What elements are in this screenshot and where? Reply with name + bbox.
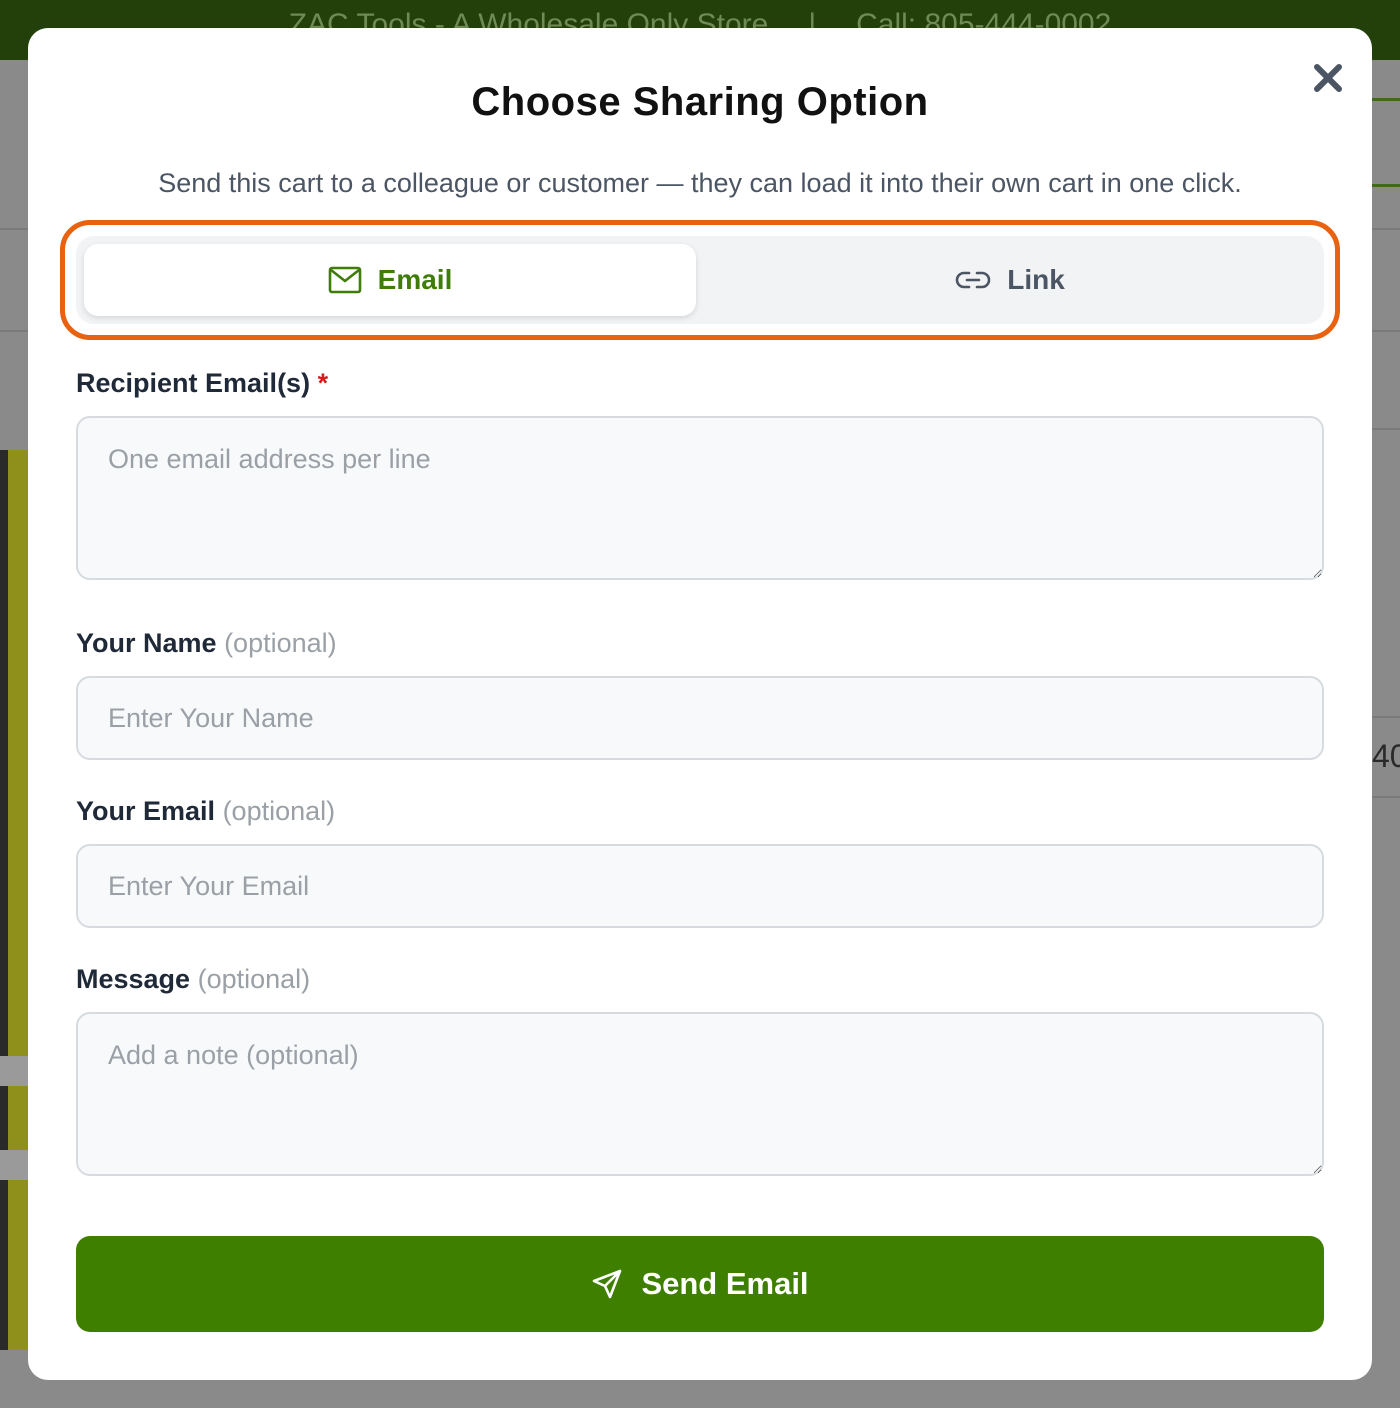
- share-cart-modal: Choose Sharing Option Send this cart to …: [28, 28, 1372, 1380]
- modal-title: Choose Sharing Option: [471, 80, 929, 124]
- backdrop-divider: [1372, 716, 1400, 718]
- backdrop-number: 40: [1372, 738, 1400, 774]
- your-name-label-text: Your Name: [76, 628, 217, 658]
- your-name-label: Your Name (optional): [76, 628, 337, 659]
- send-icon: [593, 1269, 622, 1299]
- message-input[interactable]: [76, 1012, 1324, 1176]
- message-label-text: Message: [76, 964, 191, 994]
- message-label: Message (optional): [76, 964, 310, 995]
- tab-email-label: Email: [377, 264, 453, 295]
- your-email-input[interactable]: [76, 844, 1324, 928]
- backdrop-divider: [1372, 428, 1400, 430]
- send-email-button[interactable]: Send Email: [76, 1236, 1324, 1332]
- optional-hint: (optional): [222, 796, 336, 826]
- tab-link-label: Link: [1007, 264, 1065, 295]
- link-icon: [955, 271, 991, 289]
- optional-hint: (optional): [224, 628, 337, 658]
- your-email-label: Your Email (optional): [76, 796, 335, 827]
- product-band: [0, 1150, 28, 1180]
- tab-email[interactable]: Email: [84, 244, 696, 316]
- modal-subtitle: Send this cart to a colleague or custome…: [158, 168, 1242, 198]
- sharing-tabs: Email Link: [76, 236, 1324, 324]
- required-marker: *: [317, 368, 329, 398]
- optional-hint: (optional): [197, 964, 311, 994]
- send-email-label: Send Email: [641, 1266, 809, 1301]
- tab-link[interactable]: Link: [704, 244, 1316, 316]
- recipient-emails-label-text: Recipient Email(s): [76, 368, 311, 398]
- recipient-emails-input[interactable]: [76, 416, 1324, 580]
- product-image: [0, 450, 28, 1350]
- mail-icon: [328, 266, 361, 294]
- your-name-input[interactable]: [76, 676, 1324, 760]
- recipient-emails-label: Recipient Email(s) *: [76, 368, 328, 399]
- backdrop-divider: [1372, 796, 1400, 798]
- product-band: [0, 1056, 28, 1086]
- your-email-label-text: Your Email: [76, 796, 216, 826]
